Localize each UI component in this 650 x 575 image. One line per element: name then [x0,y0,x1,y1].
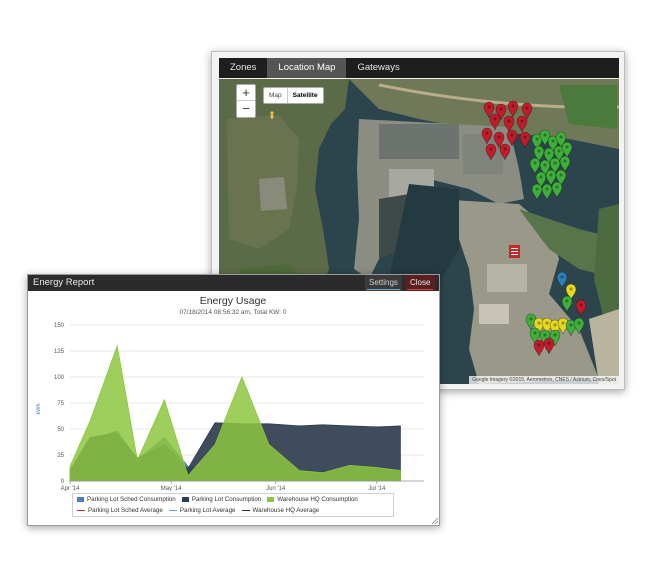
legend-swatch [181,497,189,502]
map-marker-red[interactable] [489,113,501,131]
y-tick-label: 100 [54,375,65,381]
map-marker-red[interactable] [481,127,493,145]
map-attribution: Google Imagery ©2015, Aerometrex, CNES /… [469,376,619,384]
energy-usage-chart: Energy Usage 07/18/2014 08:56:32 am, Tot… [36,295,424,491]
axis-layer: Apr '14 May '14 Jun '14 Jul '14 [61,480,424,491]
y-tick-label: 75 [57,401,64,407]
map-marker-green[interactable] [531,183,543,201]
report-title-bar: Energy Report Settings Close [28,275,439,291]
y-tick-label: 150 [54,323,65,329]
x-tick-label: Jun '14 [266,486,286,491]
map-marker-green[interactable] [559,155,571,173]
energy-report-window: Energy Report Settings Close Energy Usag… [27,274,440,526]
map-marker-green[interactable] [551,181,563,199]
legend-label: Parking Lot Sched Consumption [87,496,176,503]
legend-item-warehouse-hq-average[interactable]: Warehouse HQ Average [241,507,320,514]
legend-item-parking-lot-sched-average[interactable]: Parking Lot Sched Average [77,507,163,514]
map-marker-green[interactable] [561,295,573,313]
legend-line [241,509,250,512]
x-tick-label: May '14 [161,486,182,491]
series-layer [69,344,401,482]
map-marker-green[interactable] [561,141,573,159]
legend-label: Warehouse HQ Consumption [277,496,358,503]
map-marker-red[interactable] [575,299,587,317]
map-marker-red[interactable] [533,339,545,357]
legend-line [77,509,85,512]
legend-item-parking-lot-sched-consumption[interactable]: Parking Lot Sched Consumption [77,496,176,503]
legend-label: Parking Lot Sched Average [88,507,163,514]
map-tab-bar: Zones Location Map Gateways [219,58,619,78]
legend-item-warehouse-hq-consumption[interactable]: Warehouse HQ Consumption [267,496,358,503]
close-button[interactable]: Close [405,275,436,291]
y-axis-label: kWh [36,404,42,415]
chart-subtitle: 07/18/2014 08:56:32 am, Total KW: 0 [179,309,286,316]
legend-item-parking-lot-consumption[interactable]: Parking Lot Consumption [181,496,262,503]
tab-location-map[interactable]: Location Map [267,58,347,78]
map-marker-red[interactable] [516,115,528,133]
map-marker-red[interactable] [519,131,531,149]
map-marker-red[interactable] [507,100,519,118]
report-title: Energy Report [33,277,95,288]
map-marker-green[interactable] [573,317,585,335]
legend-swatch [77,497,84,502]
legend-line [168,509,177,512]
map-marker-red[interactable] [485,143,497,161]
y-tick-label: 0 [61,479,65,485]
map-marker-red[interactable] [503,115,515,133]
map-marker-red[interactable] [499,143,511,161]
legend-row-consumption: Parking Lot Sched Consumption Parking Lo… [73,494,393,505]
legend-label: Parking Lot Consumption [191,496,262,503]
x-tick-label: Jul '14 [368,486,386,491]
x-tick-label: Apr '14 [61,486,80,491]
map-marker-blue[interactable] [556,271,568,289]
y-tick-label: 125 [54,349,65,355]
tab-gateways[interactable]: Gateways [346,58,410,78]
legend-item-parking-lot-average[interactable]: Parking Lot Average [168,507,236,514]
resize-grip-icon[interactable] [432,518,438,524]
y-tick-label: 25 [57,453,64,459]
facility-document-icon[interactable] [509,245,520,258]
map-marker-red[interactable] [506,129,518,147]
legend-label: Warehouse HQ Average [252,507,320,514]
tab-zones[interactable]: Zones [219,58,267,78]
map-marker-green[interactable] [529,157,541,175]
legend-swatch [267,497,275,502]
map-marker-red[interactable] [543,337,555,355]
screenshot-stage: Zones Location Map Gateways + − Map Sate… [0,0,650,575]
legend-label: Parking Lot Average [179,507,236,514]
chart-legend: Parking Lot Sched Consumption Parking Lo… [72,493,394,517]
y-tick-label: 50 [57,427,64,433]
settings-button[interactable]: Settings [365,275,402,291]
chart-title: Energy Usage [200,295,267,307]
map-marker-green[interactable] [541,183,553,201]
legend-row-averages: Parking Lot Sched Average Parking Lot Av… [73,505,393,516]
